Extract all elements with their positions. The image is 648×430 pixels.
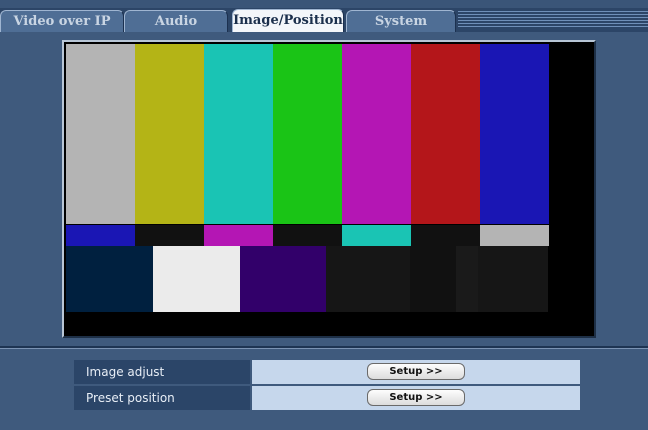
tab-bar: Video over IP Audio Image/Position Syste… xyxy=(0,8,648,33)
color-block-bottom xyxy=(240,246,326,312)
color-bar-top xyxy=(66,44,135,224)
color-bar-top xyxy=(135,44,204,224)
color-block-bottom xyxy=(66,246,153,312)
color-bar-middle xyxy=(480,225,549,246)
color-bar-middle xyxy=(135,225,204,246)
image-adjust-label: Image adjust xyxy=(74,360,250,384)
preset-position-label: Preset position xyxy=(74,386,250,410)
camera-web-ui: Video over IP Audio Image/Position Syste… xyxy=(0,0,648,430)
color-block-bottom xyxy=(326,246,410,312)
color-bar-top xyxy=(204,44,273,224)
row-preset-position: Preset position Setup >> xyxy=(74,386,580,410)
image-adjust-cell: Setup >> xyxy=(252,360,580,384)
color-bar-middle xyxy=(411,225,480,246)
color-bar-middle xyxy=(66,225,135,246)
color-bar-top xyxy=(342,44,411,224)
color-bar-top xyxy=(411,44,480,224)
color-block-bottom xyxy=(410,246,434,312)
color-block-bottom xyxy=(153,246,240,312)
row-image-adjust: Image adjust Setup >> xyxy=(74,360,580,384)
tab-image-position[interactable]: Image/Position xyxy=(232,9,344,33)
tab-system[interactable]: System xyxy=(346,10,456,32)
preset-position-cell: Setup >> xyxy=(252,386,580,410)
color-bar-middle xyxy=(273,225,342,246)
tab-bar-decoration xyxy=(458,11,648,29)
tab-video-over-ip[interactable]: Video over IP xyxy=(0,10,124,32)
color-bar-middle xyxy=(204,225,273,246)
color-bar-top xyxy=(273,44,342,224)
section-divider xyxy=(0,346,648,349)
color-block-bottom xyxy=(456,246,478,312)
color-bar-top xyxy=(480,44,549,224)
color-block-bottom xyxy=(434,246,456,312)
image-adjust-setup-button[interactable]: Setup >> xyxy=(367,363,465,380)
preset-position-setup-button[interactable]: Setup >> xyxy=(367,389,465,406)
color-bar-middle xyxy=(342,225,411,246)
color-block-bottom xyxy=(478,246,548,312)
tab-audio[interactable]: Audio xyxy=(124,10,228,32)
